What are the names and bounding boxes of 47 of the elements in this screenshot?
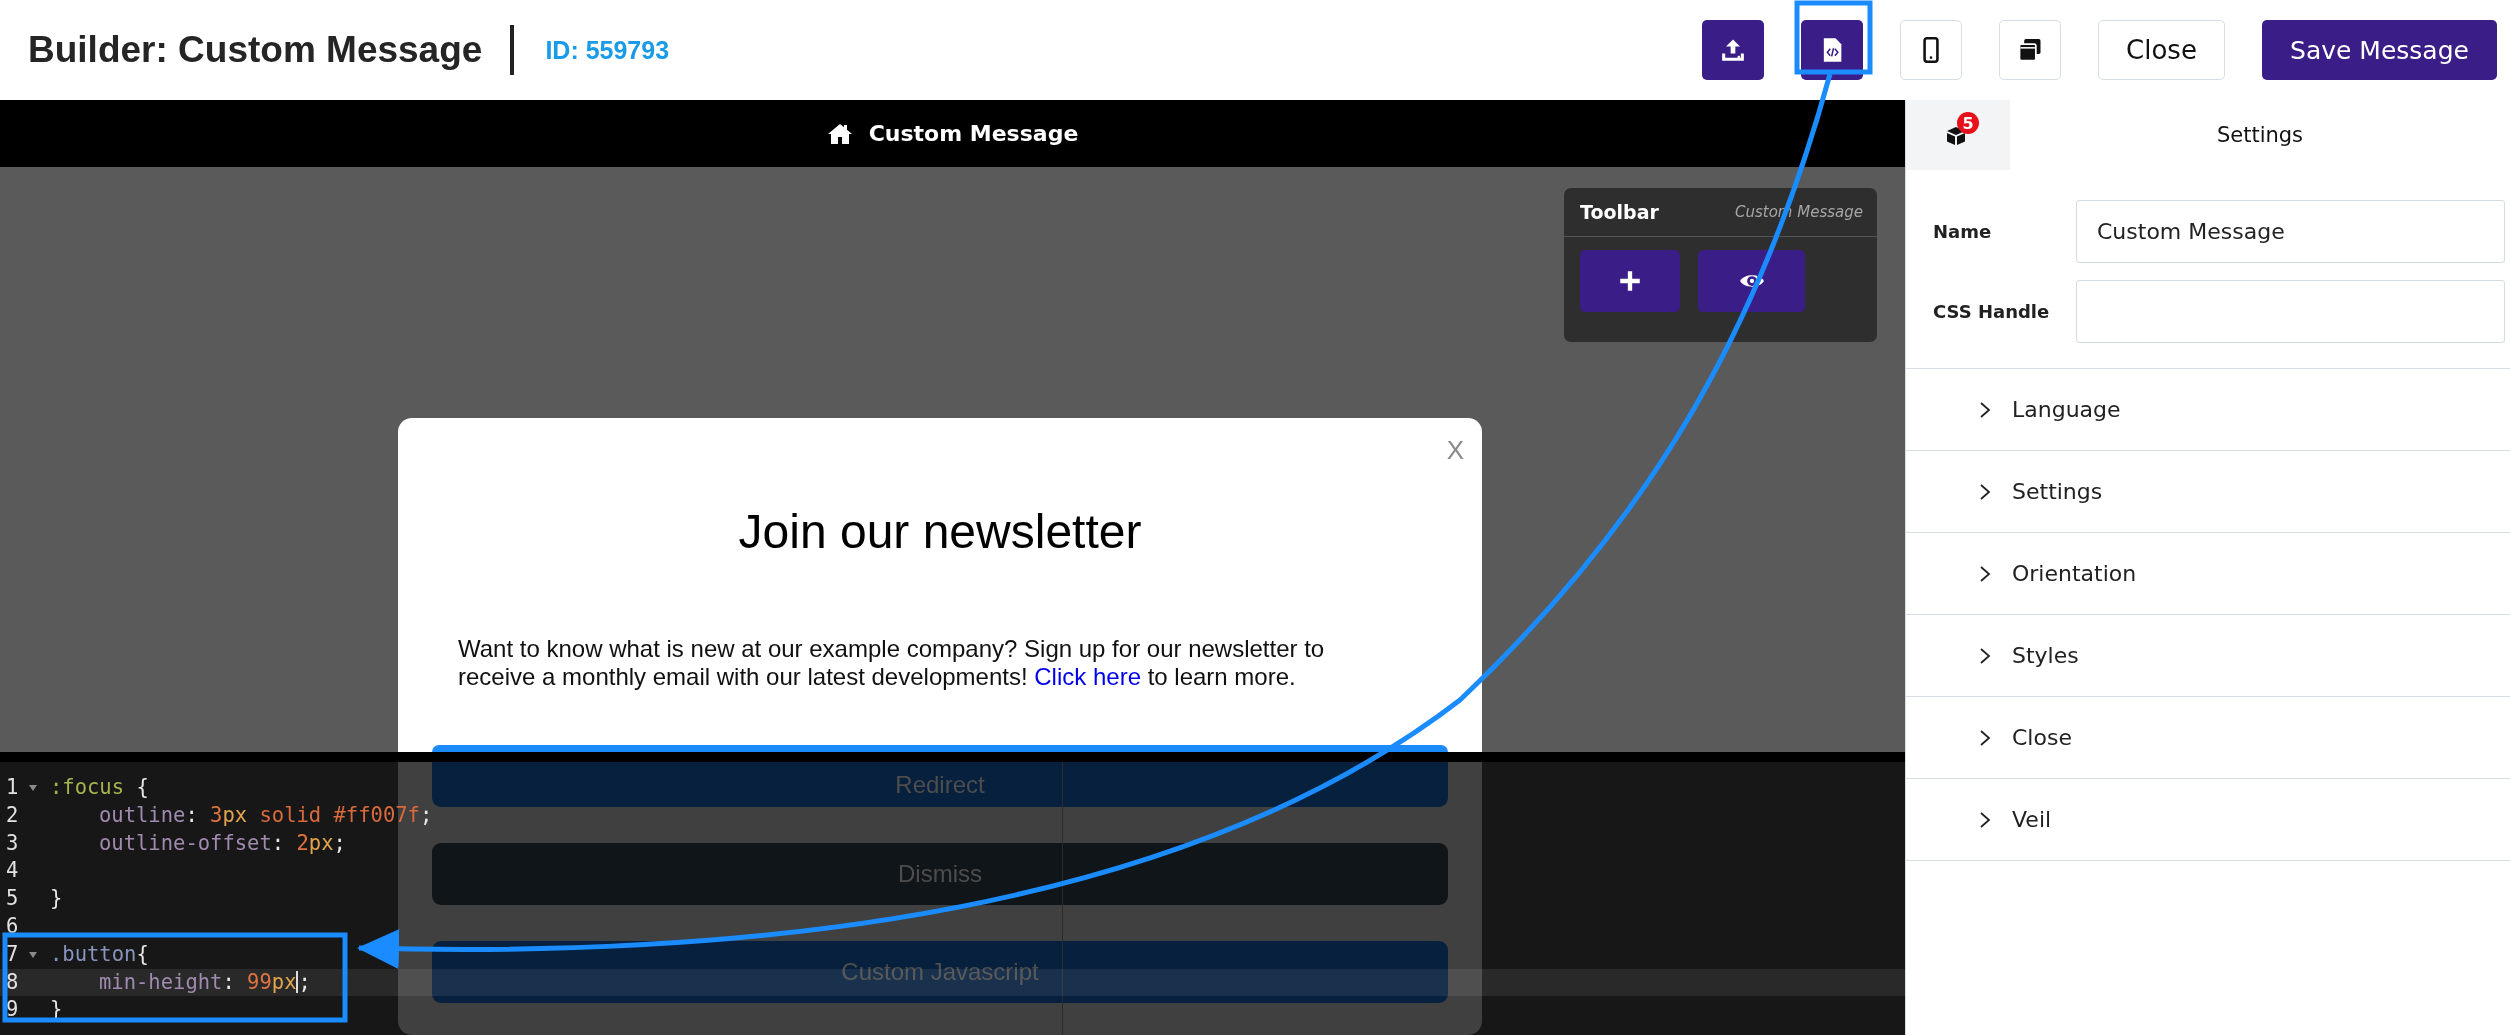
page-title: Custom Message [868, 121, 1079, 146]
text-field[interactable] [2076, 280, 2505, 343]
toolbar-title: Toolbar [1580, 201, 1659, 223]
home-icon [826, 121, 853, 146]
stacked-windows-button[interactable] [1999, 20, 2061, 80]
components-tab[interactable]: 5 [1906, 100, 2010, 170]
mobile-phone-button[interactable] [1900, 20, 1962, 80]
code-line: .button{ [50, 940, 149, 968]
upload-button[interactable] [1702, 20, 1764, 80]
line-number: 6 [5, 913, 20, 940]
line-number: 2 [5, 801, 20, 829]
code-line: min-height: 99px; [98, 968, 311, 996]
accordion-section[interactable]: Styles [1906, 615, 2510, 697]
code-line: :focus { [50, 774, 149, 801]
field-label: Name [1933, 221, 1993, 242]
section-label: Language [2012, 397, 2121, 422]
section-label: Settings [2012, 479, 2103, 504]
section-label: Veil [2012, 807, 2052, 832]
section-label: Styles [2012, 643, 2079, 668]
save-button[interactable]: Save Message [2262, 20, 2497, 80]
accordion-section[interactable]: Veil [1906, 779, 2510, 861]
accordion-section[interactable]: Language [1906, 369, 2510, 451]
preview-button[interactable] [1698, 250, 1805, 312]
line-number: 3 [5, 829, 20, 857]
add-button[interactable] [1580, 250, 1680, 312]
id-label: ID: 559793 [545, 35, 670, 65]
field-label: CSS Handle [1933, 301, 2051, 322]
code-line: outline-offset: 2px; [98, 829, 346, 857]
line-number: 4 [5, 857, 20, 885]
message-text: Want to know what is new at our example company? Sign up for our newsletter to receive a monthly email with our latest developments! Click here to learn more. [458, 635, 1326, 691]
accordion-section[interactable]: Settings [1906, 451, 2510, 533]
learn-more-link[interactable]: Click here [1034, 663, 1141, 690]
text-field[interactable]: Custom Message [2076, 200, 2505, 263]
text-cursor [296, 971, 299, 994]
message-title: Join our newsletter [737, 504, 1143, 560]
line-number: 5 [5, 885, 20, 913]
section-label: Orientation [2012, 561, 2137, 586]
code-line: outline: 3px solid #ff007f; [98, 801, 433, 829]
accordion-section[interactable]: Close [1906, 697, 2510, 779]
accordion-section[interactable]: Orientation [1906, 533, 2510, 615]
count-badge: 5 [1957, 112, 1979, 134]
plus-icon [1617, 268, 1643, 294]
close-button[interactable]: Close [2098, 20, 2225, 80]
section-label: Close [2012, 725, 2072, 750]
code-line: } [50, 885, 63, 913]
window-title: Builder: Custom Message [28, 29, 483, 71]
line-number: 1 [5, 774, 20, 801]
